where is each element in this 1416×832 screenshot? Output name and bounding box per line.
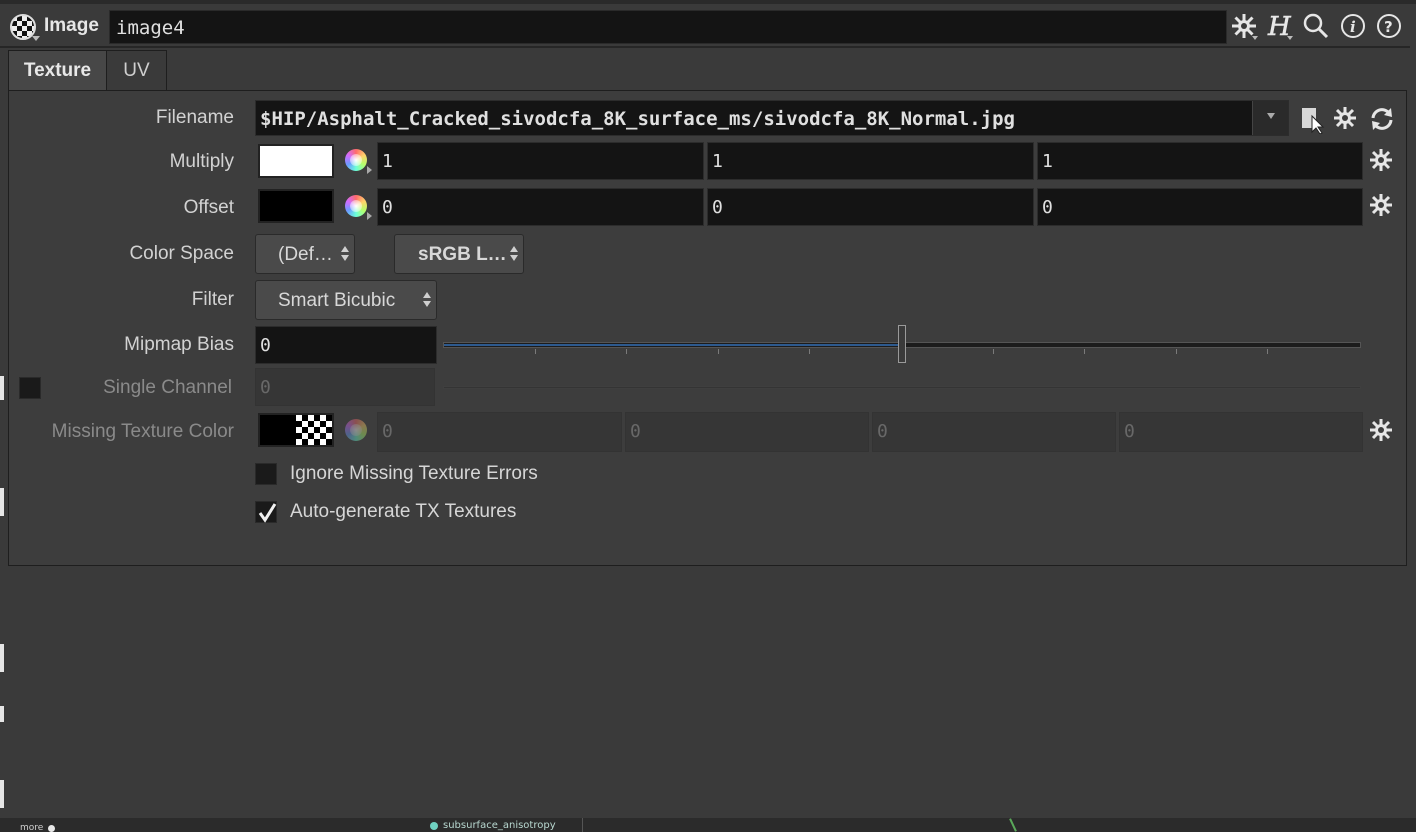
missing-color-b-field[interactable]: 0: [872, 412, 1116, 452]
filename-field[interactable]: $HIP/Asphalt_Cracked_sivodcfa_8K_surface…: [255, 100, 1289, 136]
multiply-g-field[interactable]: 1: [707, 142, 1034, 180]
missing-color-g-field[interactable]: 0: [625, 412, 869, 452]
node-type-label: Image: [44, 15, 99, 36]
updown-arrow-icon: [341, 245, 349, 263]
gear-icon[interactable]: [1367, 146, 1395, 174]
left-edge-strip: [0, 488, 4, 516]
color-space-menu-1[interactable]: (Def…: [255, 234, 355, 274]
more-dot-icon: [48, 825, 55, 832]
network-divider: [582, 818, 583, 832]
ignore-missing-checkbox[interactable]: [255, 463, 277, 485]
ignore-missing-label: Ignore Missing Texture Errors: [290, 463, 538, 484]
auto-tx-checkbox[interactable]: [255, 501, 277, 523]
missing-texture-color-label: Missing Texture Color: [51, 421, 234, 442]
search-icon[interactable]: [1300, 10, 1332, 42]
network-editor-strip: [0, 818, 1416, 832]
info-icon[interactable]: i: [1337, 10, 1369, 42]
filename-history-dropdown[interactable]: [1252, 101, 1288, 135]
offset-label: Offset: [183, 197, 234, 218]
left-edge-strip: [0, 644, 4, 672]
node-name-field[interactable]: image4: [109, 10, 1227, 44]
offset-r-field[interactable]: 0: [377, 188, 704, 226]
checkmark-icon: [258, 503, 277, 523]
svg-text:i: i: [1350, 18, 1356, 36]
gear-icon[interactable]: [1228, 10, 1260, 42]
gear-icon[interactable]: [1331, 104, 1359, 132]
mipmap-bias-field[interactable]: 0: [255, 326, 437, 364]
missing-color-r-field[interactable]: 0: [377, 412, 622, 452]
offset-color-swatch[interactable]: [258, 189, 334, 223]
tab-texture[interactable]: Texture: [8, 50, 107, 91]
filename-value: $HIP/Asphalt_Cracked_sivodcfa_8K_surface…: [260, 108, 1015, 130]
color-wheel-icon[interactable]: [345, 419, 367, 441]
color-wheel-icon[interactable]: [345, 149, 367, 171]
single-channel-slider[interactable]: [443, 386, 1361, 389]
color-wheel-icon[interactable]: [345, 195, 367, 217]
network-node-label[interactable]: subsurface_anisotropy: [443, 820, 556, 831]
left-edge-strip: [0, 780, 4, 808]
slider-fill: [444, 344, 902, 346]
gear-icon[interactable]: [1367, 416, 1395, 444]
filter-label: Filter: [191, 289, 234, 310]
color-wheel-arrow-icon: [367, 166, 372, 174]
multiply-color-swatch[interactable]: [258, 144, 334, 178]
node-icon-menu-arrow: [32, 36, 40, 41]
updown-arrow-icon: [510, 245, 518, 263]
color-space-menu-2[interactable]: sRGB L…: [394, 234, 524, 274]
color-wheel-arrow-icon: [367, 212, 372, 220]
multiply-label: Multiply: [169, 151, 234, 172]
svg-text:?: ?: [1384, 18, 1393, 36]
header-divider: [0, 46, 1410, 48]
left-edge-strip: [0, 376, 4, 400]
auto-tx-label: Auto-generate TX Textures: [290, 501, 517, 522]
filename-label: Filename: [155, 107, 234, 128]
network-node-dot-icon: [430, 822, 438, 830]
single-channel-field[interactable]: 0: [255, 368, 435, 406]
file-chooser-icon[interactable]: [1298, 104, 1326, 135]
offset-b-field[interactable]: 0: [1037, 188, 1363, 226]
slider-handle[interactable]: [898, 325, 906, 363]
offset-g-field[interactable]: 0: [707, 188, 1034, 226]
missing-color-a-field[interactable]: 0: [1119, 412, 1363, 452]
mipmap-bias-label: Mipmap Bias: [124, 334, 234, 355]
reload-icon[interactable]: [1367, 104, 1397, 134]
single-channel-label: Single Channel: [103, 377, 232, 398]
color-space-label: Color Space: [129, 243, 234, 264]
chevron-down-icon: [1267, 113, 1275, 119]
gear-icon[interactable]: [1367, 191, 1395, 219]
filter-menu[interactable]: Smart Bicubic: [255, 280, 437, 320]
updown-arrow-icon: [423, 291, 431, 309]
node-name-text: image4: [116, 17, 185, 39]
tab-uv[interactable]: UV: [106, 50, 167, 91]
multiply-r-field[interactable]: 1: [377, 142, 704, 180]
multiply-b-field[interactable]: 1: [1037, 142, 1363, 180]
help-icon[interactable]: ?: [1373, 10, 1405, 42]
houdini-h-icon[interactable]: H: [1264, 10, 1296, 42]
missing-texture-color-swatch[interactable]: [258, 413, 334, 447]
more-label[interactable]: more: [20, 823, 43, 832]
left-edge-strip: [0, 706, 4, 722]
